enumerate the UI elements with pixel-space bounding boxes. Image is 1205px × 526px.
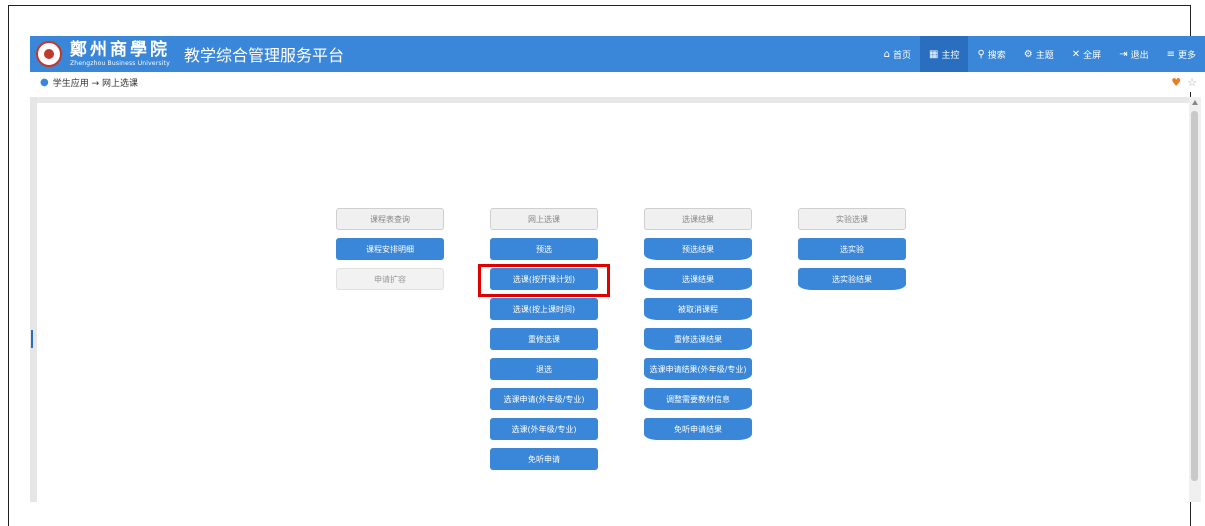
menu-button[interactable]: 预选 [490,238,598,260]
breadcrumb: 学生应用 → 网上选课 [52,78,138,89]
column-header-button[interactable]: 选课结果 [644,208,752,230]
highlight-box [478,264,610,297]
column-header-button[interactable]: 课程表查询 [336,208,444,230]
nav-item-label: 主控 [941,50,960,61]
nav-item-menu[interactable]: ≡ 更多 [1158,36,1205,72]
logout-icon: ⇥ [1119,48,1128,60]
fullscreen-icon: ✕ [1071,48,1081,60]
course-query-column: 课程表查询课程安排明细 申请扩容 [336,208,446,298]
menu-button[interactable]: 重修选课 [490,328,598,350]
column-header-button[interactable]: 网上选课 [490,208,598,230]
menu-button[interactable]: 选课申请结果(外年级/专业) [644,358,752,380]
nav-item-home[interactable]: ⌂ 首页 [875,36,920,72]
menu-button[interactable]: 选课(按上课时间) [490,298,598,320]
university-logo-icon [36,41,62,67]
top-navbar: 鄭州商學院 Zhengzhou Business University 教学综合… [30,36,1205,72]
university-logo-text: 鄭州商學院 Zhengzhou Business University [70,39,170,67]
nav-item-label: 首页 [892,50,911,61]
nav-item-gears[interactable]: ⚙ 主题 [1015,36,1063,72]
nav-item-label: 搜索 [987,50,1006,61]
nav-item-fullscreen[interactable]: ✕ 全屏 [1063,36,1110,72]
nav-item-label: 退出 [1130,50,1149,61]
online-selection-column: 网上选课 预选 选课(按开课计划) 选课(按上课时间) 重修选课 退选 选课申请(外年级/专… [490,208,600,478]
nav-item-label: 全屏 [1083,50,1102,61]
favorite-heart-icon[interactable]: ♥ [1171,76,1181,89]
nav-item-dashboard[interactable]: ▦ 主控 [919,36,969,72]
breadcrumb-bar: ● 学生应用 → 网上选课 ♥ ☆ [30,72,1205,92]
selection-result-column: 选课结果 预选结果 选课结果 被取消课程 重修选课结果 选课申请结果(外年级/专业) 调整需… [644,208,754,448]
menu-button[interactable]: 预选结果 [644,238,752,260]
platform-title: 教学综合管理服务平台 [184,46,345,65]
menu-button[interactable]: 选实验结果 [798,268,906,290]
left-collapse-strip[interactable] [30,97,37,502]
menu-button[interactable]: 选课(外年级/专业) [490,418,598,440]
nav-item-logout[interactable]: ⇥ 退出 [1110,36,1157,72]
left-collapse-handle[interactable] [31,330,33,348]
nav-item-label: 主题 [1035,50,1054,61]
menu-button[interactable]: 选课申请(外年级/专业) [490,388,598,410]
column-header-button[interactable]: 实验选课 [798,208,906,230]
menu-button[interactable]: 申请扩容 [336,268,444,290]
gears-icon: ⚙ [1023,48,1033,60]
scroll-thumb[interactable] [1191,111,1198,481]
menu-button[interactable]: 重修选课结果 [644,328,752,350]
menu-button[interactable]: 调整需要教材信息 [644,388,752,410]
menu-icon: ≡ [1166,48,1175,60]
scroll-up-arrow-icon[interactable] [1192,100,1198,105]
main-content [37,97,1189,502]
university-name-cn: 鄭州商學院 [70,39,170,60]
menu-button[interactable]: 免听申请结果 [644,418,752,440]
menu-button[interactable]: 被取消课程 [644,298,752,320]
home-icon: ⌂ [883,48,890,60]
menu-button[interactable]: 选实验 [798,238,906,260]
university-name-en: Zhengzhou Business University [70,59,170,67]
menu-button[interactable]: 免听申请 [490,448,598,470]
nav-item-search[interactable]: ⚲ 搜索 [968,36,1014,72]
nav-item-label: 更多 [1177,50,1196,61]
menu-button[interactable]: 课程安排明细 [336,238,444,260]
star-icon[interactable]: ☆ [1187,76,1197,89]
lab-selection-column: 实验选课选实验选实验结果 [798,208,908,298]
menu-button[interactable]: 选课结果 [644,268,752,290]
dashboard-icon: ▦ [928,48,939,60]
search-icon: ⚲ [977,48,985,60]
vertical-scrollbar[interactable] [1189,97,1201,502]
top-nav: ⌂ 首页 ▦ 主控 ⚲ 搜索 ⚙ 主题 ✕ 全屏 ⇥ 退出 ≡ 更多 [875,36,1205,72]
location-pin-icon: ● [40,76,49,88]
menu-button[interactable]: 退选 [490,358,598,380]
